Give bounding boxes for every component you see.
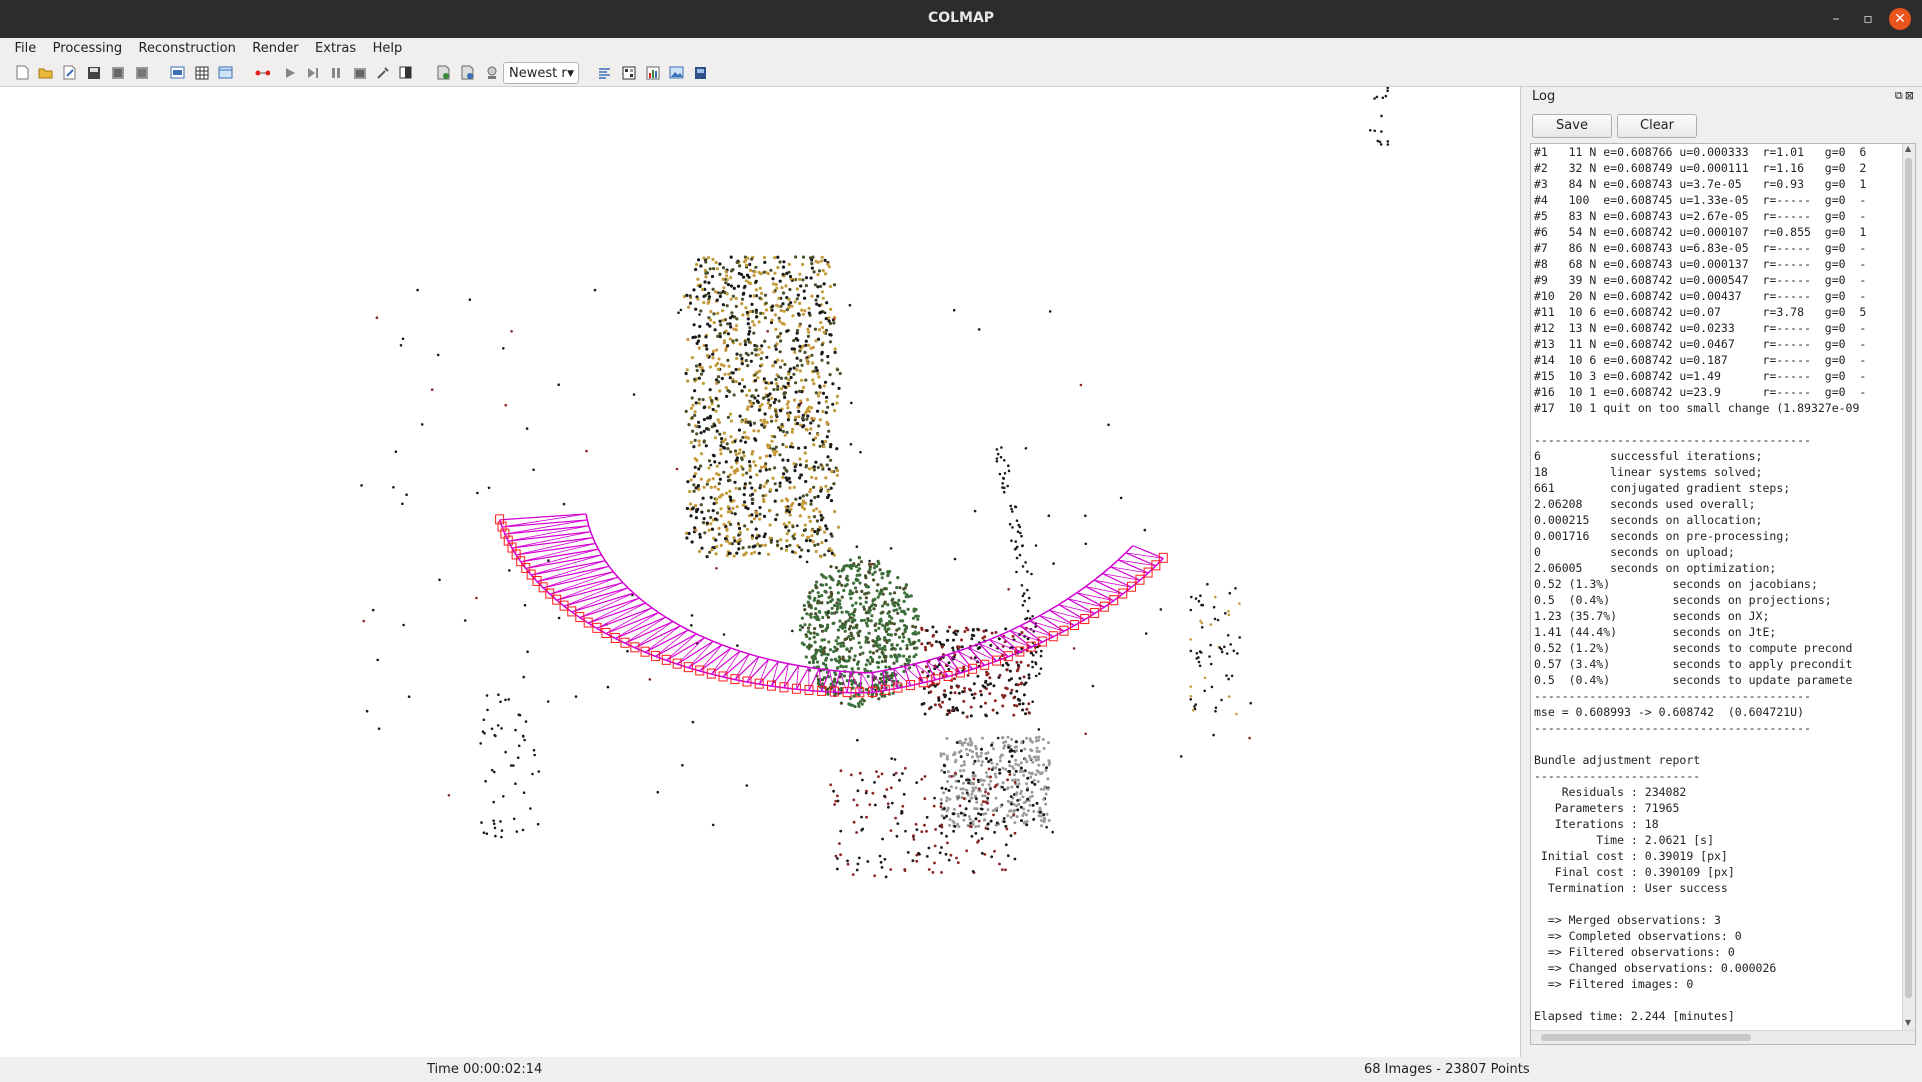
bundle-adjustment-icon[interactable] (436, 65, 451, 80)
point-cloud-canvas[interactable] (0, 87, 1520, 1057)
model-viewer[interactable] (0, 87, 1521, 1057)
color-icon[interactable] (398, 65, 413, 80)
log-save-button[interactable]: Save (1532, 114, 1612, 138)
reconstruction-selector[interactable]: Newest r ▼ (503, 62, 579, 84)
grab-image-icon[interactable] (693, 65, 708, 80)
scrollbar-thumb[interactable] (1905, 158, 1912, 998)
close-panel-icon[interactable]: ⊠ (1905, 89, 1916, 102)
maximize-button[interactable]: ▫ (1857, 8, 1879, 30)
status-bar: Time 00:00:02:14 68 Images - 23807 Point… (0, 1058, 1922, 1082)
statistics-icon[interactable] (645, 65, 660, 80)
log-output[interactable]: #1 11 N e=0.608766 u=0.000333 r=1.01 g=0… (1530, 143, 1916, 1045)
render-options-icon[interactable] (484, 65, 499, 80)
image-viewer-icon[interactable] (669, 65, 684, 80)
menu-help[interactable]: Help (367, 38, 409, 60)
reconstruction-pause-icon[interactable] (328, 65, 343, 80)
menu-file[interactable]: File (8, 38, 42, 60)
new-project-icon[interactable] (15, 65, 30, 80)
edit-project-icon[interactable] (62, 65, 77, 80)
menu-reconstruction[interactable]: Reconstruction (133, 38, 242, 60)
menu-extras[interactable]: Extras (309, 38, 362, 60)
options-icon[interactable] (375, 65, 390, 80)
dense-reconstruction-icon[interactable] (460, 65, 475, 80)
export-icon[interactable] (134, 65, 149, 80)
status-time: Time 00:00:02:14 (427, 1062, 543, 1077)
reconstruction-reset-icon[interactable] (352, 65, 367, 80)
scrollbar-thumb[interactable] (1541, 1034, 1751, 1041)
title-bar: COLMAP – ▫ ✕ (0, 0, 1922, 38)
database-icon[interactable] (218, 65, 233, 80)
menu-processing[interactable]: Processing (47, 38, 128, 60)
open-project-icon[interactable] (38, 65, 53, 80)
chevron-down-icon: ▼ (567, 69, 574, 79)
point-cloud (360, 87, 1390, 879)
scroll-up-icon[interactable]: ▲ (1905, 144, 1911, 153)
reconstruction-start-icon[interactable] (255, 65, 270, 80)
main-toolbar (0, 60, 1922, 87)
log-clear-button[interactable]: Clear (1617, 114, 1697, 138)
log-panel: Log ⧉⊠ Save Clear #1 11 N e=0.608766 u=0… (1522, 87, 1922, 1057)
scroll-down-icon[interactable]: ▼ (1905, 1018, 1911, 1027)
menu-render[interactable]: Render (246, 38, 304, 60)
log-text: #1 11 N e=0.608766 u=0.000333 r=1.01 g=0… (1534, 145, 1867, 1023)
dock-buttons: ⧉⊠ (1895, 89, 1916, 103)
camera-trajectory (495, 513, 1168, 698)
minimize-button[interactable]: – (1825, 8, 1847, 30)
import-icon[interactable] (110, 65, 125, 80)
reconstruction-next-icon[interactable] (305, 65, 320, 80)
log-horizontal-scrollbar[interactable] (1531, 1030, 1915, 1044)
status-summary: 68 Images - 23807 Points (1364, 1062, 1530, 1077)
reconstruction-step-icon[interactable] (282, 65, 297, 80)
log-panel-title: Log (1532, 89, 1556, 104)
feature-extraction-icon[interactable] (170, 65, 185, 80)
log-icon[interactable] (597, 65, 612, 80)
window-title: COLMAP (927, 10, 995, 26)
float-panel-icon[interactable]: ⧉ (1895, 89, 1905, 102)
reconstruction-selector-value: Newest r (509, 66, 567, 81)
feature-matching-icon[interactable] (194, 65, 209, 80)
save-project-icon[interactable] (86, 65, 101, 80)
close-button[interactable]: ✕ (1889, 8, 1911, 30)
match-matrix-icon[interactable] (621, 65, 636, 80)
menu-bar: File Processing Reconstruction Render Ex… (0, 38, 1922, 60)
log-vertical-scrollbar[interactable]: ▲ ▼ (1902, 144, 1915, 1030)
